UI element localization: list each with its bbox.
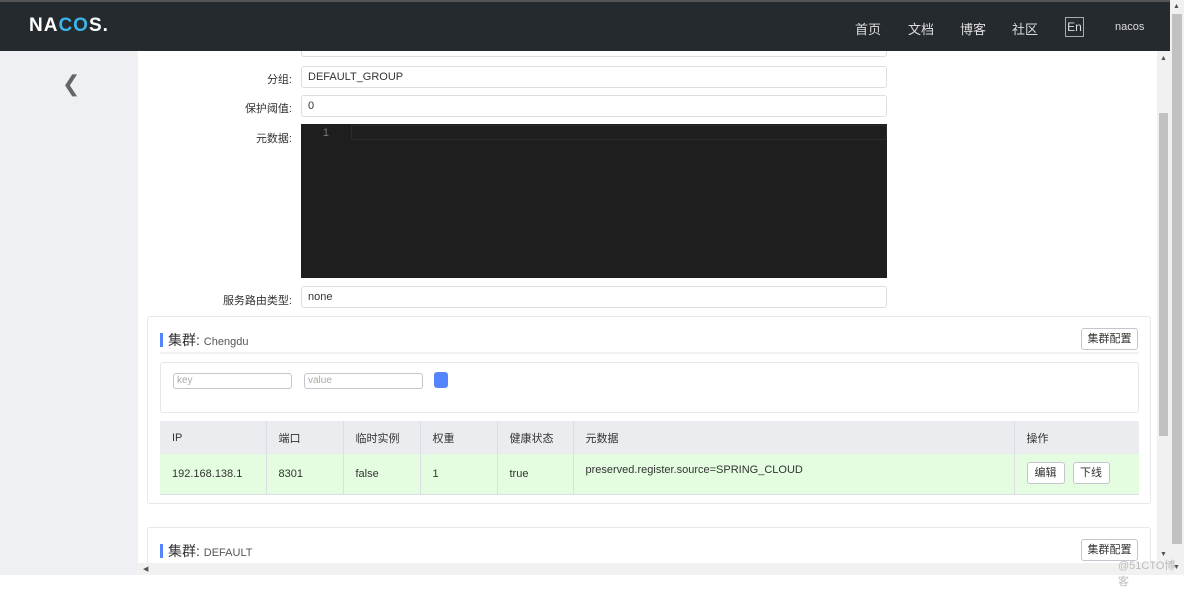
inner-vertical-scrollbar[interactable]: ▲ ▼ [1157,51,1170,563]
col-port: 端口 [266,421,344,454]
col-healthy: 健康状态 [497,421,574,454]
selector-type-input[interactable]: none [301,286,887,308]
cluster-title-label: 集群: [168,543,200,559]
table-header: IP 端口 临时实例 权重 健康状态 元数据 操作 [160,421,1139,454]
line-number: 1 [322,127,329,139]
cluster-name: DEFAULT [203,547,253,559]
cell-ephemeral: false [343,454,421,495]
filter-key-input[interactable]: key [173,373,292,389]
metadata-label: 元数据: [255,133,292,145]
cluster-title-label: 集群: [168,332,200,348]
protect-threshold-input[interactable]: 0 [301,95,887,117]
partial-input[interactable] [301,51,887,57]
cluster-title: 集群: Chengdu [160,332,249,348]
col-ip: IP [160,421,267,454]
sidebar: ❮ [0,51,138,575]
nav-blog[interactable]: 博客 [960,19,986,38]
cluster-config-button[interactable]: 集群配置 [1081,328,1138,350]
nav-home[interactable]: 首页 [855,19,881,38]
nav-community[interactable]: 社区 [1012,19,1038,38]
current-line-highlight [351,125,887,140]
col-metadata: 元数据 [573,421,1015,454]
col-ephemeral: 临时实例 [343,421,421,454]
edit-instance-button[interactable]: 编辑 [1026,462,1065,484]
page-vertical-scrollbar[interactable]: ▲ ▼ [1170,0,1184,575]
instance-table: IP 端口 临时实例 权重 健康状态 元数据 操作 192.168.138.1 … [160,421,1139,495]
nacos-logo[interactable]: NACOS. [29,15,109,37]
cluster-title: 集群: DEFAULT [160,543,253,559]
cell-port: 8301 [266,454,344,495]
divider [160,352,1139,354]
scroll-thumb[interactable] [1159,113,1168,436]
horizontal-scrollbar[interactable]: ◀ [138,563,1170,575]
metadata-filter: key value [160,362,1139,413]
cluster-card-default: 集群: DEFAULT 集群配置 [147,527,1151,563]
watermark: @51CTO博客 [1118,560,1176,588]
cell-actions: 编辑 下线 [1014,454,1139,495]
filter-value-input[interactable]: value [304,373,423,389]
metadata-code-editor[interactable]: 1 [301,124,887,278]
nav-docs[interactable]: 文档 [908,19,934,38]
cluster-card-chengdu: 集群: Chengdu 集群配置 key value IP 端口 临时实例 权重… [147,316,1151,504]
service-detail-form: 分组: DEFAULT_GROUP 保护阈值: 0 元数据: 1 服务路由类型:… [138,51,1157,563]
col-weight: 权重 [420,421,498,454]
cell-weight: 1 [420,454,498,495]
group-label: 分组: [266,74,292,86]
cell-healthy: true [497,454,574,495]
cell-metadata: preserved.register.source=SPRING_CLOUD [573,454,1015,495]
language-toggle[interactable]: En [1065,17,1084,37]
col-actions: 操作 [1014,421,1139,454]
scroll-thumb[interactable] [1172,14,1182,544]
top-nav-bar: NACOS. 首页 文档 博客 社区 En nacos [0,0,1170,51]
add-filter-button[interactable] [434,372,448,388]
back-chevron-icon[interactable]: ❮ [62,71,80,97]
threshold-label: 保护阈值: [244,103,292,115]
offline-instance-button[interactable]: 下线 [1072,462,1110,484]
group-input[interactable]: DEFAULT_GROUP [301,66,887,88]
cluster-name: Chengdu [203,336,249,348]
user-menu[interactable]: nacos [1115,21,1144,33]
table-row: 192.168.138.1 8301 false 1 true preserve… [160,454,1139,495]
cell-ip: 192.168.138.1 [160,454,267,495]
selector-label: 服务路由类型: [222,295,292,307]
